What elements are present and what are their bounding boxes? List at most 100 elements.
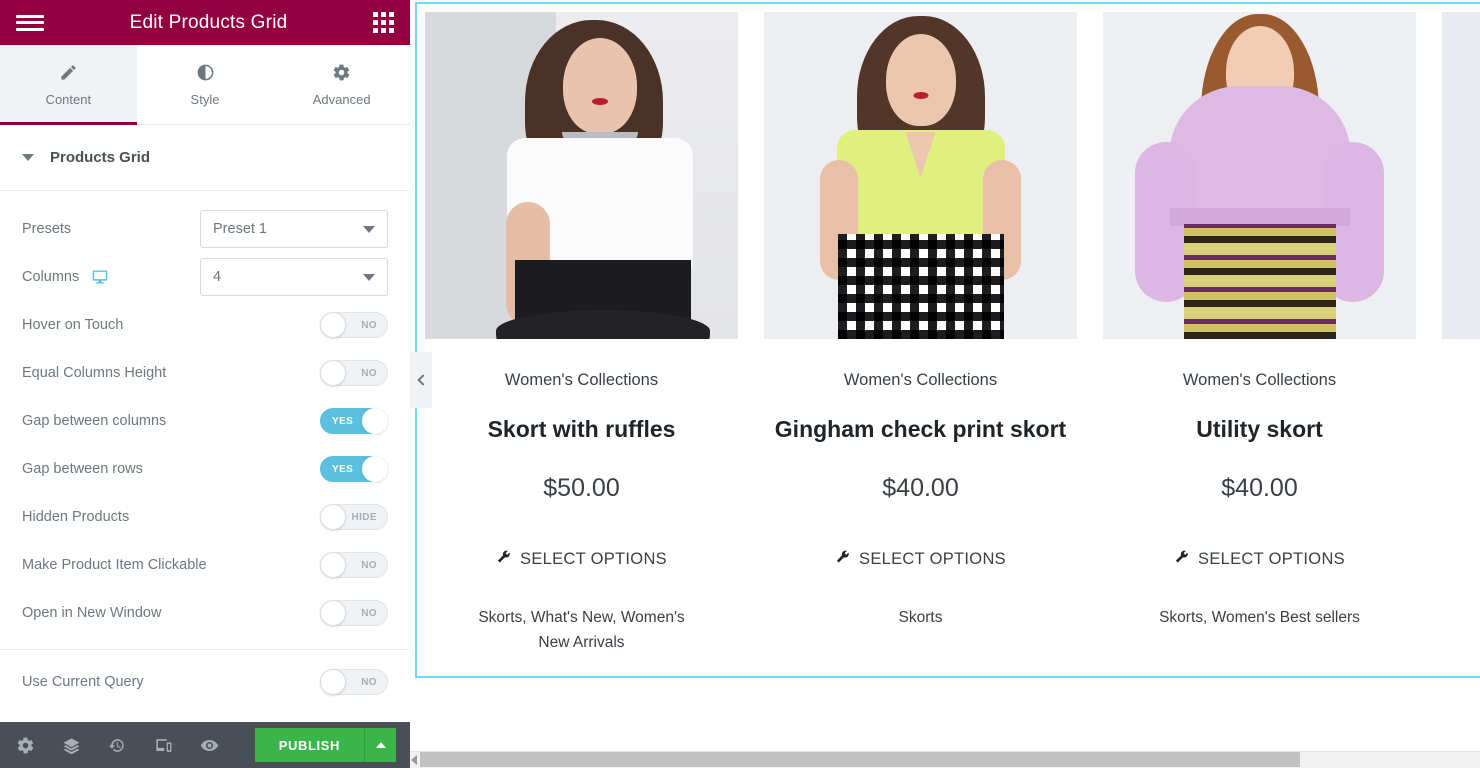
product-category[interactable]: Women's Collections [505, 371, 658, 390]
select-options-button[interactable]: SELECT OPTIONS [496, 550, 667, 570]
product-price: $40.00 [882, 473, 959, 502]
product-image-utility-skort[interactable] [1103, 12, 1416, 339]
elementor-editor: Edit Products Grid Content Style Advance… [0, 0, 1480, 768]
select-options-label: SELECT OPTIONS [520, 550, 667, 569]
presets-select[interactable]: Preset 1 [200, 210, 388, 248]
product-image-skort-with-ruffles[interactable] [425, 12, 738, 339]
switch-knob [320, 552, 346, 578]
switch-state: NO [361, 319, 377, 331]
panel-header: Edit Products Grid [0, 0, 410, 45]
preview-canvas: Women's Collections Skort with ruffles $… [410, 0, 1480, 768]
tab-content[interactable]: Content [0, 45, 137, 125]
select-options-label: SELECT OPTIONS [1198, 550, 1345, 569]
product-card[interactable]: Women's Collections Gingham check print … [764, 12, 1077, 656]
product-tags[interactable]: Skorts [899, 605, 943, 631]
use-current-query-label: Use Current Query [22, 674, 144, 690]
switch-knob [362, 456, 388, 482]
gap-between-rows-label: Gap between rows [22, 461, 143, 477]
product-title[interactable]: Utility skort [1196, 416, 1323, 444]
publish-button[interactable]: PUBLISH [254, 728, 364, 762]
switch-state: NO [361, 559, 377, 571]
pencil-icon [59, 63, 78, 85]
switch-knob [320, 312, 346, 338]
control-label: Equal Columns Height [22, 365, 166, 381]
caret-down-icon [22, 154, 34, 161]
product-image-partial[interactable] [1442, 12, 1480, 339]
contrast-half-circle-icon [196, 63, 215, 85]
columns-value: 4 [213, 269, 222, 285]
product-card[interactable]: Women's Collections Utility skort $40.00… [1103, 12, 1416, 656]
horizontal-scrollbar-track[interactable] [410, 751, 1480, 768]
switch-state: HIDE [351, 511, 377, 523]
hidden-products-switch[interactable]: HIDE [320, 504, 388, 530]
select-options-button[interactable]: SELECT OPTIONS [1174, 550, 1345, 570]
widgets-grid-icon[interactable] [373, 12, 394, 33]
tab-style[interactable]: Style [136, 45, 274, 124]
control-hover-on-touch: Hover on Touch NO [0, 301, 410, 349]
responsive-devices-icon[interactable] [152, 734, 174, 756]
section-products-grid[interactable]: Products Grid [0, 125, 410, 191]
horizontal-scrollbar-thumb[interactable] [420, 752, 1300, 767]
scroll-left-arrow-icon[interactable] [411, 755, 417, 765]
tab-advanced[interactable]: Advanced [273, 45, 411, 124]
equal-columns-height-switch[interactable]: NO [320, 360, 388, 386]
control-label: Open in New Window [22, 605, 161, 621]
product-tags[interactable]: Skorts, What's New, Women's New Arrivals [462, 605, 702, 656]
control-label: Columns [22, 269, 109, 285]
control-hidden-products: Hidden Products HIDE [0, 493, 410, 541]
product-card[interactable] [1442, 12, 1480, 656]
product-image-gingham-check-print-skort[interactable] [764, 12, 1077, 339]
preview-eye-icon[interactable] [198, 734, 220, 756]
wrench-icon [835, 550, 850, 570]
hover-on-touch-label: Hover on Touch [22, 317, 124, 333]
navigator-layers-icon[interactable] [60, 734, 82, 756]
history-clock-icon[interactable] [106, 734, 128, 756]
product-card[interactable]: Women's Collections Skort with ruffles $… [425, 12, 738, 656]
products-grid-widget[interactable]: Women's Collections Skort with ruffles $… [415, 2, 1480, 678]
control-label: Gap between rows [22, 461, 143, 477]
make-product-item-clickable-switch[interactable]: NO [320, 552, 388, 578]
presets-label: Presets [22, 221, 72, 237]
select-options-button[interactable]: SELECT OPTIONS [835, 550, 1006, 570]
product-title[interactable]: Gingham check print skort [775, 416, 1066, 444]
gap-between-rows-switch[interactable]: YES [320, 456, 388, 482]
switch-knob [320, 360, 346, 386]
settings-gear-icon[interactable] [14, 734, 36, 756]
product-tags[interactable]: Skorts, Women's Best sellers [1159, 605, 1360, 631]
publish-options-button[interactable] [364, 728, 396, 762]
columns-select[interactable]: 4 [200, 258, 388, 296]
product-title[interactable]: Skort with ruffles [488, 416, 676, 444]
chevron-left-icon [416, 374, 429, 386]
select-options-label: SELECT OPTIONS [859, 550, 1006, 569]
publish-group: PUBLISH [254, 728, 396, 762]
switch-state: NO [361, 367, 377, 379]
control-columns: Columns 4 [0, 253, 410, 301]
use-current-query-switch[interactable]: NO [320, 669, 388, 695]
editor-panel: Edit Products Grid Content Style Advance… [0, 0, 411, 768]
switch-state: YES [332, 415, 354, 427]
control-open-in-new-window: Open in New Window NO [0, 589, 410, 637]
product-category[interactable]: Women's Collections [1183, 371, 1336, 390]
equal-columns-height-label: Equal Columns Height [22, 365, 167, 381]
switch-state: NO [361, 607, 377, 619]
panel-collapse-handle[interactable] [410, 352, 432, 408]
control-label: Gap between columns [22, 413, 166, 429]
gap-between-columns-label: Gap between columns [22, 413, 167, 429]
panel-footer: PUBLISH [0, 722, 410, 768]
control-make-product-item-clickable: Make Product Item Clickable NO [0, 541, 410, 589]
control-label: Make Product Item Clickable [22, 557, 207, 573]
panel-tabs: Content Style Advanced [0, 45, 411, 125]
control-presets: Presets Preset 1 [0, 205, 410, 253]
product-category[interactable]: Women's Collections [844, 371, 997, 390]
desktop-monitor-icon[interactable] [91, 269, 109, 285]
canvas-scroll-area [410, 735, 1480, 768]
gap-between-columns-switch[interactable]: YES [320, 408, 388, 434]
product-price: $40.00 [1221, 473, 1298, 502]
control-label: Hover on Touch [22, 317, 123, 333]
hamburger-icon[interactable] [16, 12, 44, 34]
switch-knob [320, 669, 346, 695]
open-in-new-window-switch[interactable]: NO [320, 600, 388, 626]
chevron-down-icon [363, 273, 375, 281]
presets-value: Preset 1 [213, 221, 267, 237]
hover-on-touch-switch[interactable]: NO [320, 312, 388, 338]
